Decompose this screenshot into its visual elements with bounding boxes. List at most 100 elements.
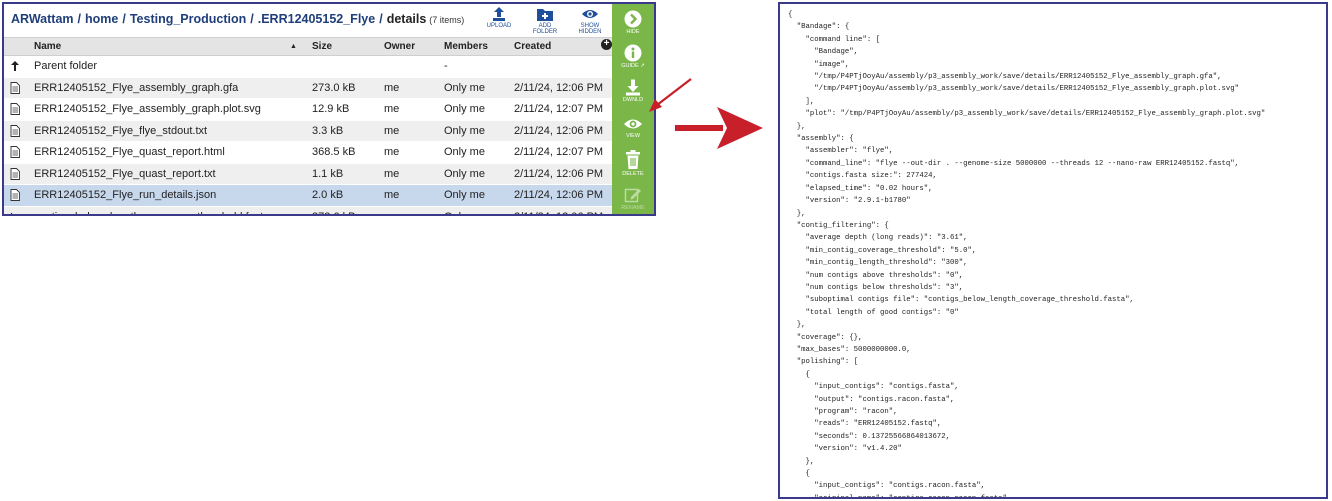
file-name: ERR12405152_Flye_flye_stdout.txt (34, 124, 208, 137)
file-table: Name ▲ Size Owner Members Created + Pare… (4, 37, 612, 215)
file-members: Only me (444, 167, 485, 180)
download-icon (626, 79, 640, 96)
file-owner: me (384, 189, 400, 201)
guide-label: GUIDE (621, 63, 639, 69)
show-hidden-button[interactable]: SHOW HIDDEN (570, 6, 610, 35)
download-label: DWNLD (622, 97, 644, 103)
upload-label: UPLOAD (486, 23, 512, 29)
json-content: { "Bandage": { "command line": [ "Bandag… (788, 11, 1266, 499)
file-created: 2/11/24, 12:06 PM (514, 167, 604, 180)
file-name: contigs_below_length_coverage_threshold.… (34, 211, 269, 215)
upload-icon (493, 7, 505, 21)
file-size: 1.1 kB (312, 167, 344, 180)
parent-folder-row[interactable]: Parent folder - (4, 56, 612, 78)
table-row[interactable]: contigs_below_length_coverage_threshold.… (4, 206, 612, 215)
file-members: Only me (444, 146, 485, 158)
file-icon (10, 146, 22, 161)
parent-folder-arrow-icon (10, 60, 22, 75)
edit-pencil-icon (624, 188, 641, 203)
upload-button[interactable]: UPLOAD (484, 6, 514, 29)
breadcrumb-testing-production[interactable]: Testing_Production (130, 12, 246, 26)
sort-ascending-icon[interactable]: ▲ (290, 43, 297, 50)
file-icon (10, 81, 22, 97)
file-icon (10, 189, 22, 204)
file-created: 2/11/24, 12:06 PM (514, 211, 603, 215)
breadcrumb-separator: / (122, 12, 126, 26)
table-row[interactable]: ERR12405152_Flye_assembly_graph.plot.svg… (4, 99, 612, 121)
info-icon (624, 44, 642, 62)
trash-icon (626, 150, 640, 169)
item-count: (7 items) (429, 15, 465, 25)
table-header: Name ▲ Size Owner Members Created + (4, 37, 612, 56)
table-row[interactable]: ERR12405152_Flye_run_details.json 2.0 kB m… (4, 185, 612, 207)
file-size: 12.9 kB (312, 103, 350, 115)
eye-icon (582, 10, 598, 18)
breadcrumb-separator: / (250, 12, 254, 26)
add-folder-icon (537, 9, 553, 21)
breadcrumb: ARWattam / home / Testing_Production / .ERR124… (11, 12, 464, 26)
table-row[interactable]: ERR12405152_Flye_quast_report.txt 1.1 kB m… (4, 163, 612, 185)
file-icon (10, 167, 22, 183)
rename-button[interactable]: RENAME (612, 186, 654, 211)
file-owner: me (384, 124, 400, 137)
hide-button[interactable]: HIDE (612, 10, 654, 35)
file-created: 2/11/24, 12:06 PM (514, 124, 604, 137)
red-arrows (649, 78, 763, 149)
file-owner: me (384, 81, 400, 94)
file-members: Only me (444, 81, 485, 94)
column-size[interactable]: Size (312, 41, 332, 52)
file-icon (10, 103, 22, 118)
big-arrow-right-icon (675, 107, 763, 149)
file-name: ERR12405152_Flye_quast_report.txt (34, 167, 216, 180)
breadcrumb-home[interactable]: home (85, 12, 118, 26)
column-owner[interactable]: Owner (384, 41, 415, 52)
add-folder-button[interactable]: ADD FOLDER (526, 6, 564, 35)
show-hidden-label: SHOW HIDDEN (578, 23, 602, 35)
file-owner: me (384, 146, 400, 158)
external-link-icon: ↗ (638, 63, 645, 69)
rename-label: RENAME (621, 205, 645, 211)
json-viewer-panel: { "Bandage": { "command line": [ "Bandag… (778, 2, 1328, 499)
file-members: Only me (444, 103, 485, 115)
file-size: 368.5 kB (312, 146, 356, 158)
file-members: Only me (444, 211, 485, 215)
file-created: 2/11/24, 12:07 PM (514, 103, 604, 115)
hide-label: HIDE (626, 29, 640, 35)
file-size: 2.0 kB (312, 189, 344, 201)
file-size: 273.6 kB (312, 211, 355, 215)
breadcrumb-separator: / (379, 12, 383, 26)
file-area: ARWattam / home / Testing_Production / .ERR124… (4, 4, 612, 214)
contigs-icon (10, 211, 22, 214)
file-members: Only me (444, 124, 485, 137)
breadcrumb-user[interactable]: ARWattam (11, 12, 74, 26)
table-body: Parent folder - ERR12405152_Flye_assembl… (4, 56, 612, 215)
file-name: ERR12405152_Flye_assembly_graph.plot.svg (34, 103, 261, 115)
file-name: ERR12405152_Flye_quast_report.html (34, 146, 225, 158)
file-created: 2/11/24, 12:06 PM (514, 81, 604, 94)
column-name[interactable]: Name (34, 41, 61, 52)
breadcrumb-bar: ARWattam / home / Testing_Production / .ERR124… (4, 4, 612, 37)
table-row[interactable]: ERR12405152_Flye_flye_stdout.txt 3.3 kB me… (4, 120, 612, 142)
table-row[interactable]: ERR12405152_Flye_assembly_graph.gfa 273.0… (4, 77, 612, 99)
view-label: VIEW (625, 133, 641, 139)
table-row[interactable]: ERR12405152_Flye_quast_report.html 368.5 … (4, 142, 612, 164)
guide-button[interactable]: GUIDE ↗ (612, 44, 654, 69)
column-members[interactable]: Members (444, 41, 488, 52)
parent-folder-label: Parent folder (34, 60, 97, 72)
delete-label: DELETE (622, 171, 644, 177)
column-created[interactable]: Created (514, 41, 551, 52)
file-owner: me (384, 167, 400, 180)
pointer-arrow-icon (649, 78, 692, 112)
file-members: Only me (444, 189, 485, 201)
file-name: ERR12405152_Flye_assembly_graph.gfa (34, 81, 239, 94)
chevron-right-circle-icon (624, 10, 642, 28)
parent-folder-members: - (444, 60, 448, 72)
breadcrumb-flye-folder[interactable]: .ERR12405152_Flye (258, 12, 375, 26)
add-column-plus-icon[interactable]: + (601, 39, 612, 50)
file-created: 2/11/24, 12:07 PM (514, 146, 604, 158)
breadcrumb-separator: / (77, 12, 81, 26)
file-name: ERR12405152_Flye_run_details.json (34, 189, 217, 201)
file-owner: me (384, 103, 400, 115)
breadcrumb-current-details: details (386, 12, 427, 26)
add-folder-label: ADD FOLDER (532, 23, 558, 35)
